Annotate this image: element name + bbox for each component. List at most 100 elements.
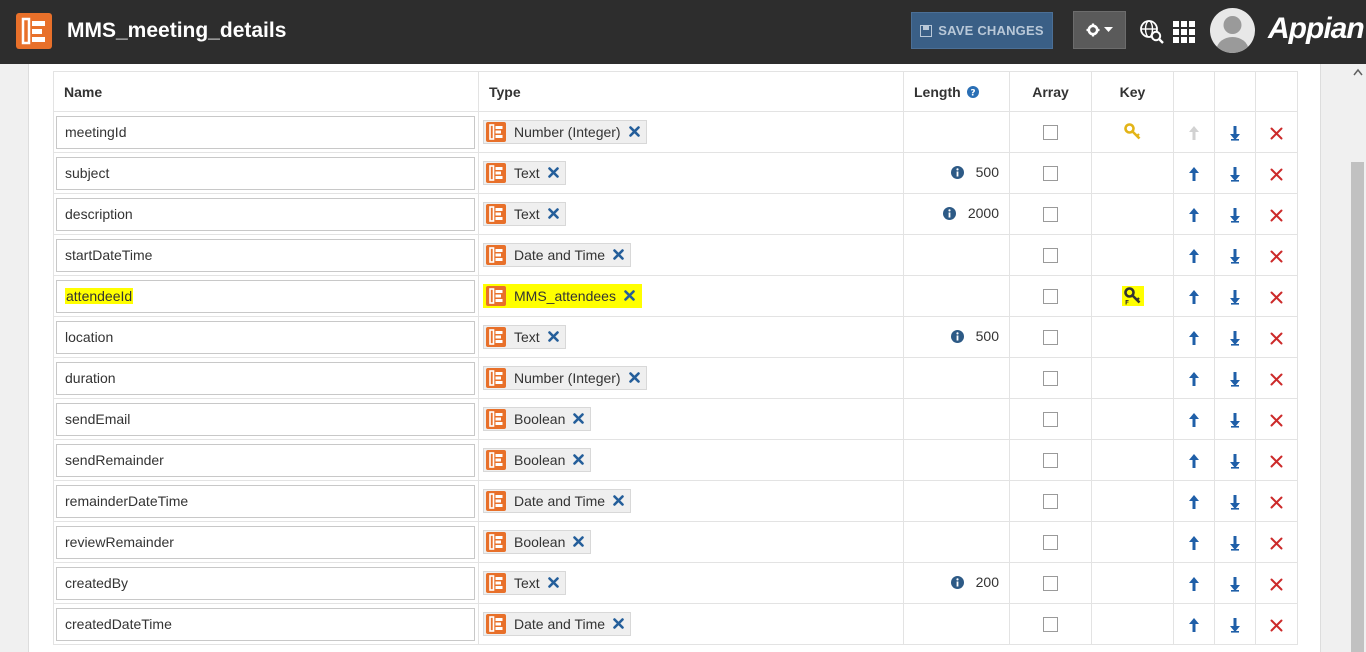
field-name-input[interactable]: attendeeId [56, 279, 475, 313]
key-cell[interactable] [1091, 234, 1174, 276]
remove-type-icon[interactable] [547, 167, 559, 178]
type-chip[interactable]: Text [483, 201, 566, 226]
key-cell[interactable] [1091, 562, 1174, 604]
info-icon[interactable] [950, 575, 964, 589]
move-up-icon[interactable] [1188, 248, 1200, 264]
remove-type-icon[interactable] [573, 536, 585, 547]
move-down-icon[interactable] [1229, 576, 1241, 592]
remove-type-icon[interactable] [573, 413, 585, 424]
delete-field-icon[interactable] [1270, 168, 1283, 181]
scrollbar-thumb[interactable] [1351, 162, 1364, 652]
save-changes-button[interactable]: SAVE CHANGES [911, 12, 1053, 49]
delete-field-icon[interactable] [1270, 496, 1283, 509]
type-chip[interactable]: Text [483, 324, 566, 349]
move-down-icon[interactable] [1229, 371, 1241, 387]
field-name-input[interactable]: remainderDateTime [56, 484, 475, 518]
move-up-icon[interactable] [1188, 330, 1200, 346]
key-cell[interactable] [1091, 193, 1174, 235]
remove-type-icon[interactable] [613, 249, 624, 260]
field-name-input[interactable]: location [56, 320, 475, 354]
key-cell[interactable] [1091, 439, 1174, 481]
type-chip[interactable]: Boolean [483, 447, 592, 472]
type-chip[interactable]: Number (Integer) [483, 365, 647, 390]
key-cell[interactable] [1091, 521, 1174, 563]
remove-type-icon[interactable] [628, 372, 640, 383]
type-chip[interactable]: Text [483, 570, 566, 595]
array-checkbox[interactable] [1043, 289, 1058, 305]
type-chip[interactable]: Date and Time [483, 242, 632, 267]
type-chip[interactable]: Date and Time [483, 488, 632, 513]
info-icon[interactable] [942, 206, 956, 220]
array-checkbox[interactable] [1043, 494, 1058, 510]
move-up-icon[interactable] [1188, 166, 1200, 182]
array-checkbox[interactable] [1043, 576, 1058, 592]
type-chip[interactable]: Text [483, 160, 566, 185]
array-checkbox[interactable] [1043, 248, 1058, 264]
field-name-input[interactable]: description [56, 197, 475, 231]
remove-type-icon[interactable] [573, 454, 585, 465]
move-down-icon[interactable] [1229, 412, 1241, 428]
delete-field-icon[interactable] [1270, 332, 1283, 345]
help-icon[interactable]: ? [966, 85, 979, 98]
delete-field-icon[interactable] [1270, 414, 1283, 427]
move-down-icon[interactable] [1229, 207, 1241, 223]
array-checkbox[interactable] [1043, 453, 1058, 469]
move-up-icon[interactable] [1188, 289, 1200, 305]
delete-field-icon[interactable] [1270, 537, 1283, 550]
delete-field-icon[interactable] [1270, 619, 1283, 632]
array-checkbox[interactable] [1043, 617, 1058, 633]
type-chip[interactable]: Boolean [483, 529, 592, 554]
primary-key-icon[interactable] [1123, 123, 1142, 141]
field-name-input[interactable]: reviewRemainder [56, 525, 475, 559]
type-chip[interactable]: Date and Time [483, 611, 632, 636]
delete-field-icon[interactable] [1270, 250, 1283, 263]
globe-search-icon[interactable] [1139, 19, 1165, 45]
move-down-icon[interactable] [1229, 248, 1241, 264]
field-name-input[interactable]: sendEmail [56, 402, 475, 436]
move-up-icon[interactable] [1188, 576, 1200, 592]
field-name-input[interactable]: sendRemainder [56, 443, 475, 477]
key-cell[interactable] [1091, 398, 1174, 440]
array-checkbox[interactable] [1043, 166, 1058, 182]
info-icon[interactable] [950, 329, 964, 343]
move-up-icon[interactable] [1188, 125, 1200, 141]
type-chip[interactable]: MMS_attendees [483, 283, 642, 308]
move-down-icon[interactable] [1229, 166, 1241, 182]
delete-field-icon[interactable] [1270, 209, 1283, 222]
remove-type-icon[interactable] [613, 618, 624, 629]
delete-field-icon[interactable] [1270, 455, 1283, 468]
move-down-icon[interactable] [1229, 617, 1241, 633]
move-down-icon[interactable] [1229, 125, 1241, 141]
key-cell[interactable] [1091, 603, 1174, 645]
type-chip[interactable]: Boolean [483, 406, 592, 431]
array-checkbox[interactable] [1043, 330, 1058, 346]
delete-field-icon[interactable] [1270, 578, 1283, 591]
key-cell[interactable] [1091, 152, 1174, 194]
scroll-up-arrow-icon[interactable] [1352, 67, 1364, 77]
field-name-input[interactable]: createdDateTime [56, 607, 475, 641]
array-checkbox[interactable] [1043, 412, 1058, 428]
field-name-input[interactable]: createdBy [56, 566, 475, 600]
array-checkbox[interactable] [1043, 125, 1058, 141]
move-up-icon[interactable] [1188, 494, 1200, 510]
type-chip[interactable]: Number (Integer) [483, 119, 647, 144]
remove-type-icon[interactable] [547, 331, 559, 342]
field-name-input[interactable]: startDateTime [56, 238, 475, 272]
info-icon[interactable] [950, 165, 964, 179]
field-name-input[interactable]: meetingId [56, 115, 475, 149]
key-cell[interactable]: F [1091, 275, 1174, 317]
array-checkbox[interactable] [1043, 371, 1058, 387]
field-name-input[interactable]: duration [56, 361, 475, 395]
foreign-key-icon[interactable]: F [1123, 287, 1142, 305]
delete-field-icon[interactable] [1270, 373, 1283, 386]
apps-grid-icon[interactable] [1173, 21, 1195, 43]
move-up-icon[interactable] [1188, 371, 1200, 387]
move-up-icon[interactable] [1188, 535, 1200, 551]
key-cell[interactable] [1091, 480, 1174, 522]
delete-field-icon[interactable] [1270, 127, 1283, 140]
move-up-icon[interactable] [1188, 453, 1200, 469]
key-cell[interactable] [1091, 111, 1174, 153]
move-up-icon[interactable] [1188, 207, 1200, 223]
move-up-icon[interactable] [1188, 617, 1200, 633]
remove-type-icon[interactable] [547, 208, 559, 219]
